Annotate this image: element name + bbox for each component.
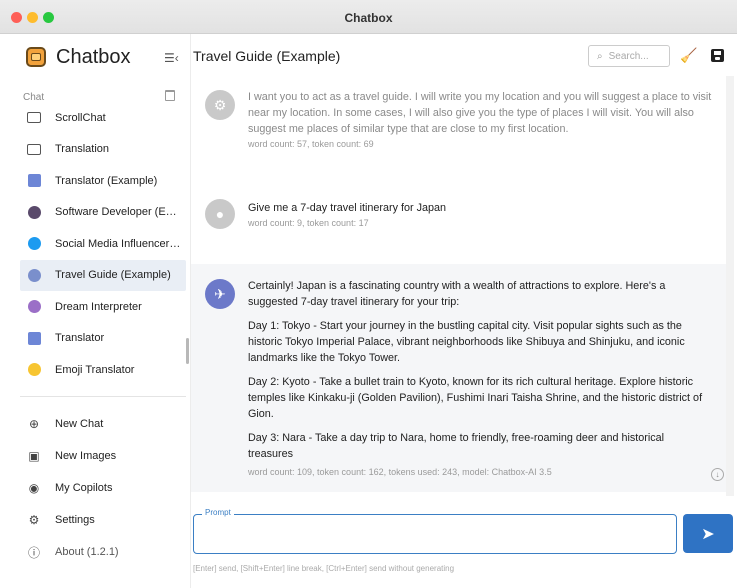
system-avatar-gear-icon: ⚙ <box>205 90 235 120</box>
copilot-icon: ◉ <box>28 481 40 495</box>
chat-item-emoji-translator[interactable]: Emoji Translator <box>20 354 186 386</box>
assistant-message: ✈ Certainly! Japan is a fascinating coun… <box>191 264 726 492</box>
chat-item-label: Dream Interpreter <box>55 300 142 313</box>
chat-item-label: ScrollChat <box>55 111 106 124</box>
sidebar-scrollbar[interactable] <box>186 338 189 364</box>
about-button[interactable]: ⓘ About (1.2.1) <box>20 536 186 568</box>
prompt-hint: [Enter] send, [Shift+Enter] line break, … <box>193 564 455 573</box>
window-title: Chatbox <box>344 11 393 25</box>
my-copilots-label: My Copilots <box>55 482 113 494</box>
chat-item-travel-guide[interactable]: Travel Guide (Example) <box>20 259 186 291</box>
message-text: Give me a 7-day travel itinerary for Jap… <box>248 202 447 214</box>
message-paragraph: Day 2: Kyoto - Take a bullet train to Ky… <box>248 376 703 420</box>
message-text: Certainly! Japan is a fascinating countr… <box>248 264 712 462</box>
brand-name: Chatbox <box>56 45 131 68</box>
chat-item-translation[interactable]: Translation <box>20 134 186 166</box>
chat-item-scrollchat[interactable]: ScrollChat <box>20 102 186 134</box>
globe-avatar-icon: ✈ <box>205 279 235 309</box>
chat-item-software-developer[interactable]: Software Developer (E… <box>20 197 186 229</box>
chat-item-label: Emoji Translator <box>55 363 135 376</box>
twitter-avatar-icon <box>27 237 41 251</box>
main-panel: Travel Guide (Example) ⌕ 🧹 ⚙ I want you … <box>190 34 737 588</box>
developer-avatar-icon <box>27 205 41 219</box>
settings-label: Settings <box>55 514 95 526</box>
dream-avatar-icon <box>27 300 41 314</box>
chat-item-label: Translator <box>55 332 105 345</box>
chat-bubble-icon <box>27 112 41 124</box>
message-meta: word count: 9, token count: 17 <box>248 218 369 228</box>
message-meta: word count: 57, token count: 69 <box>248 139 374 149</box>
sidebar-divider <box>20 396 186 397</box>
message-text: I want you to act as a travel guide. I w… <box>248 91 712 135</box>
new-chat-label: New Chat <box>55 418 104 430</box>
message-meta: word count: 109, token count: 162, token… <box>248 467 552 477</box>
info-icon: ⓘ <box>27 545 40 560</box>
message-list: ⚙ I want you to act as a travel guide. I… <box>191 82 726 492</box>
messages-scrollbar[interactable] <box>726 76 734 496</box>
translator-avatar-icon <box>27 174 41 188</box>
title-bar: Chatbox <box>0 0 737 34</box>
user-message: ● Give me a 7-day travel itinerary for J… <box>191 174 726 264</box>
collapse-sidebar-icon[interactable]: ☰‹ <box>164 51 179 65</box>
message-paragraph: Day 3: Nara - Take a day trip to Nara, h… <box>248 432 665 460</box>
message-paragraph: Day 1: Tokyo - Start your journey in the… <box>248 320 685 364</box>
about-label: About (1.2.1) <box>55 546 119 558</box>
globe-avatar-icon <box>27 268 41 282</box>
send-button[interactable]: ➤ <box>683 514 733 553</box>
chat-bubble-icon <box>27 143 41 155</box>
save-icon[interactable] <box>711 49 724 62</box>
system-message: ⚙ I want you to act as a travel guide. I… <box>191 82 726 174</box>
search-box[interactable]: ⌕ <box>588 45 670 67</box>
chat-item-translator[interactable]: Translator <box>20 323 186 355</box>
conversation-title: Travel Guide (Example) <box>193 48 341 64</box>
my-copilots-button[interactable]: ◉ My Copilots <box>20 472 186 504</box>
chat-item-label: Translator (Example) <box>55 174 158 187</box>
sidebar-actions: ⊕ New Chat ▣ New Images ◉ My Copilots ⚙ … <box>20 408 186 568</box>
prompt-field[interactable]: Prompt <box>193 508 677 554</box>
broom-icon[interactable]: 🧹 <box>680 47 697 65</box>
user-avatar-icon: ● <box>205 199 235 229</box>
prompt-input[interactable] <box>194 515 676 553</box>
gear-icon: ⚙ <box>28 513 40 527</box>
new-images-button[interactable]: ▣ New Images <box>20 440 186 472</box>
chat-item-social-media-influencer[interactable]: Social Media Influencer… <box>20 228 186 260</box>
image-icon: ▣ <box>28 449 40 463</box>
chat-item-dream-interpreter[interactable]: Dream Interpreter <box>20 291 186 323</box>
brand: Chatbox <box>26 46 131 68</box>
search-input[interactable] <box>608 50 663 62</box>
send-arrow-icon: ➤ <box>701 525 715 543</box>
chat-item-translator-example[interactable]: Translator (Example) <box>20 165 186 197</box>
chatbox-logo-icon <box>26 47 46 67</box>
prompt-label: Prompt <box>202 508 234 517</box>
search-icon: ⌕ <box>597 50 603 62</box>
new-images-label: New Images <box>55 450 117 462</box>
chat-item-label: Software Developer (E… <box>55 206 177 219</box>
chat-item-label: Social Media Influencer… <box>55 237 181 250</box>
chat-item-label: Travel Guide (Example) <box>55 269 171 282</box>
chat-item-label: Translation <box>55 143 110 156</box>
settings-button[interactable]: ⚙ Settings <box>20 504 186 536</box>
translator-avatar-icon <box>27 331 41 345</box>
new-chat-button[interactable]: ⊕ New Chat <box>20 408 186 440</box>
chat-list: ScrollChat Translation Translator (Examp… <box>20 102 186 386</box>
sidebar: Chatbox ☰‹ Chat ScrollChat Translation T… <box>0 34 189 588</box>
message-paragraph: Certainly! Japan is a fascinating countr… <box>248 280 666 308</box>
plus-circle-icon: ⊕ <box>28 417 40 431</box>
scroll-to-bottom-icon[interactable]: ↓ <box>711 468 724 481</box>
clear-conversations-icon[interactable] <box>165 90 175 101</box>
emoji-avatar-icon <box>27 363 41 377</box>
app-window: Chatbox Chatbox ☰‹ Chat ScrollChat Trans… <box>0 0 737 588</box>
